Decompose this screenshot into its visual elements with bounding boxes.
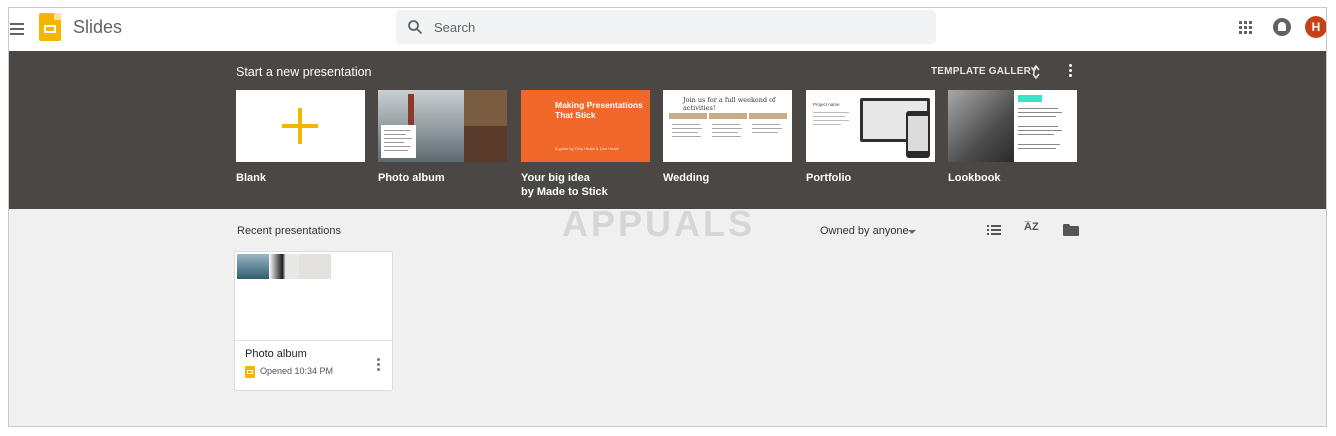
expand-collapse-icon[interactable] [1031,63,1041,81]
doc-title[interactable]: Photo album [245,348,307,360]
sort-az-icon[interactable]: A̅Z [1024,221,1039,233]
template-blank[interactable] [236,90,365,162]
template-label-portfolio[interactable]: Portfolio [806,171,851,185]
lookbook-image [948,90,1014,162]
account-avatar[interactable]: H [1305,16,1326,38]
portfolio-thumb-title: Project name [813,102,840,107]
search-bar[interactable] [396,10,936,44]
template-label-wedding[interactable]: Wedding [663,171,709,185]
app-window: Slides H Start a new presentation TEMPLA… [9,8,1326,426]
recent-section-title: Recent presentations [237,225,341,237]
slides-logo-icon[interactable] [39,13,61,41]
app-name[interactable]: Slides [73,17,122,38]
wedding-thumb-title: Join us for a full weekend of activities… [683,96,776,112]
template-gallery-button[interactable]: TEMPLATE GALLERY [931,66,1038,77]
template-portfolio[interactable]: Project name [806,90,935,162]
dropdown-caret-icon[interactable] [908,230,916,234]
search-icon[interactable] [407,19,423,35]
doc-opened-time: Opened 10:34 PM [260,366,334,376]
template-wedding[interactable]: Join us for a full weekend of activities… [663,90,792,162]
big-idea-thumb-subtitle: A guide by Chip Heath & Dan Heath [555,146,619,151]
template-big-idea[interactable]: Making Presentations That Stick A guide … [521,90,650,162]
main-menu-icon[interactable] [10,20,24,36]
template-label-photo-album[interactable]: Photo album [378,171,445,185]
notifications-icon[interactable] [1273,18,1291,36]
owner-filter-dropdown[interactable]: Owned by anyone [820,225,909,237]
template-label-big-idea[interactable]: Your big idea by Made to Stick [521,171,608,199]
template-section-title: Start a new presentation [236,65,372,79]
more-options-icon[interactable] [1067,64,1073,80]
big-idea-thumb-title: Making Presentations That Stick [555,100,643,120]
apps-grid-icon[interactable] [1239,21,1252,34]
template-label-blank[interactable]: Blank [236,171,266,185]
doc-thumbnail[interactable] [235,252,392,341]
phone-image [906,111,930,158]
slides-file-icon [245,366,255,378]
doc-more-icon[interactable] [376,358,380,372]
template-band: Start a new presentation TEMPLATE GALLER… [9,51,1326,209]
folder-icon[interactable] [1063,224,1079,236]
search-input[interactable] [434,18,914,36]
list-view-icon[interactable] [987,224,1001,236]
doc-card-photo-album[interactable]: Photo album Opened 10:34 PM [234,251,393,391]
watermark: APPUALS [562,203,756,244]
top-bar: Slides H [9,8,1326,51]
template-label-lookbook[interactable]: Lookbook [948,171,1001,185]
template-lookbook[interactable] [948,90,1077,162]
template-photo-album[interactable] [378,90,507,162]
